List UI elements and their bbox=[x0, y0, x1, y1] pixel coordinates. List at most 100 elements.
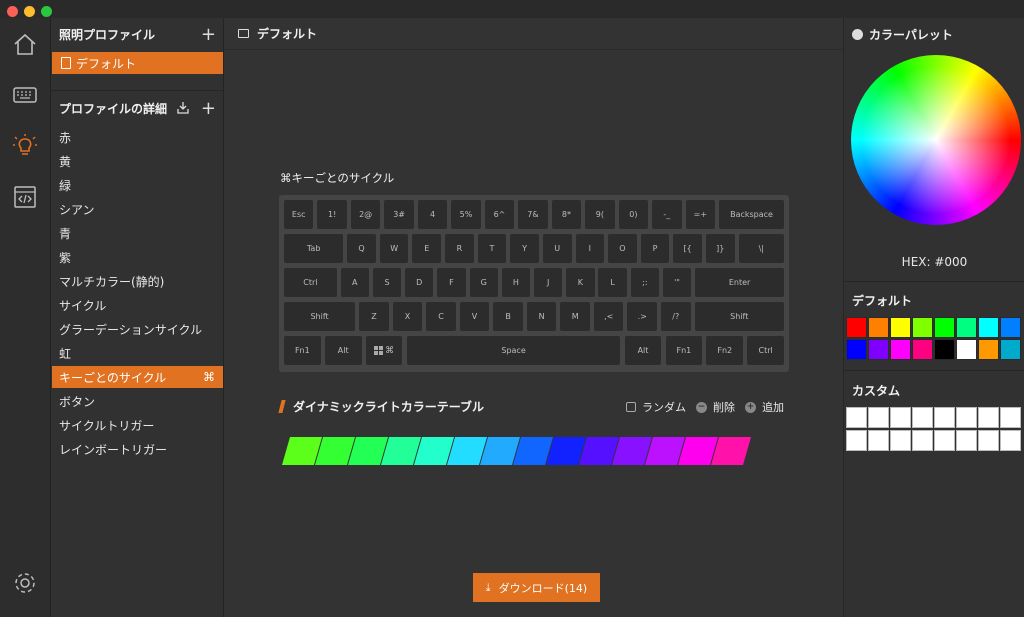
keyboard-key[interactable]: Shift bbox=[284, 302, 356, 331]
custom-color-cell[interactable] bbox=[956, 430, 977, 451]
custom-color-cell[interactable] bbox=[846, 430, 867, 451]
keyboard-key[interactable]: J bbox=[534, 268, 563, 297]
keyboard-key[interactable]: W bbox=[379, 234, 409, 263]
keyboard-key[interactable]: 3# bbox=[384, 200, 414, 229]
default-color-cell[interactable] bbox=[1000, 317, 1021, 338]
keyboard-key[interactable]: G bbox=[469, 268, 498, 297]
keyboard-key[interactable]: D bbox=[405, 268, 434, 297]
nav-settings[interactable] bbox=[10, 568, 40, 598]
delete-button[interactable]: − 削除 bbox=[696, 399, 735, 415]
keyboard-key[interactable]: Fn1 bbox=[665, 336, 703, 365]
keyboard-key[interactable]: 8* bbox=[551, 200, 582, 229]
lighting-mode-item[interactable]: サイクル bbox=[52, 294, 223, 316]
keyboard-key[interactable]: Enter bbox=[695, 268, 784, 297]
default-color-cell[interactable] bbox=[912, 339, 933, 360]
default-color-cell[interactable] bbox=[912, 317, 933, 338]
keyboard-key[interactable]: Q bbox=[347, 234, 376, 263]
lighting-mode-item[interactable]: キーごとのサイクル ⌘ bbox=[52, 366, 223, 388]
keyboard-key[interactable]: Shift bbox=[694, 302, 784, 331]
custom-color-cell[interactable] bbox=[912, 430, 933, 451]
close-window-button[interactable] bbox=[7, 6, 18, 17]
random-button[interactable]: ランダム bbox=[626, 399, 686, 415]
keyboard-key[interactable]: ]} bbox=[705, 234, 735, 263]
default-color-cell[interactable] bbox=[956, 317, 977, 338]
keyboard-key[interactable]: -_ bbox=[652, 200, 682, 229]
default-color-cell[interactable] bbox=[890, 339, 911, 360]
nav-macro[interactable] bbox=[10, 182, 40, 212]
custom-color-cell[interactable] bbox=[934, 407, 955, 428]
keyboard-key[interactable]: I bbox=[575, 234, 605, 263]
lighting-mode-item[interactable]: 黄 bbox=[52, 150, 223, 172]
keyboard-key[interactable]: C bbox=[426, 302, 456, 331]
keyboard-key[interactable]: 7& bbox=[518, 200, 548, 229]
keyboard-key[interactable]: ,< bbox=[593, 302, 624, 331]
keyboard-key[interactable]: /? bbox=[661, 302, 691, 331]
keyboard-key[interactable]: N bbox=[526, 302, 557, 331]
keyboard-key[interactable]: Z bbox=[359, 302, 389, 331]
keyboard-key[interactable]: 5% bbox=[451, 200, 481, 229]
lighting-mode-item[interactable]: サイクルトリガー bbox=[52, 414, 223, 436]
profile-item-default[interactable]: デフォルト bbox=[52, 52, 223, 74]
keyboard-key[interactable]: 9( bbox=[585, 200, 615, 229]
keyboard-key[interactable]: 1! bbox=[317, 200, 347, 229]
default-color-cell[interactable] bbox=[868, 317, 889, 338]
keyboard-key[interactable]: F bbox=[437, 268, 466, 297]
zoom-window-button[interactable] bbox=[41, 6, 52, 17]
custom-color-cell[interactable] bbox=[1000, 430, 1021, 451]
default-color-cell[interactable] bbox=[956, 339, 977, 360]
custom-color-cell[interactable] bbox=[868, 430, 889, 451]
keyboard-key[interactable]: T bbox=[477, 234, 507, 263]
keyboard-key[interactable]: P bbox=[640, 234, 670, 263]
color-wheel[interactable] bbox=[851, 55, 1021, 225]
lighting-mode-item[interactable]: 紫 bbox=[52, 246, 223, 268]
default-color-cell[interactable] bbox=[890, 317, 911, 338]
custom-color-cell[interactable] bbox=[934, 430, 955, 451]
keyboard-key[interactable]: ;: bbox=[630, 268, 659, 297]
keyboard-key[interactable]: S bbox=[372, 268, 402, 297]
keyboard-key[interactable]: 0) bbox=[618, 200, 649, 229]
lighting-mode-item[interactable]: 緑 bbox=[52, 174, 223, 196]
add-button[interactable]: + 追加 bbox=[745, 399, 784, 415]
keyboard-key[interactable]: Space bbox=[406, 336, 621, 365]
keyboard-key[interactable]: E bbox=[412, 234, 442, 263]
keyboard-key[interactable]: A bbox=[340, 268, 369, 297]
keyboard-key[interactable]: R bbox=[445, 234, 474, 263]
add-detail-button[interactable]: + bbox=[201, 98, 216, 119]
keyboard-key[interactable]: Tab bbox=[284, 234, 344, 263]
keyboard-key[interactable]: Fn2 bbox=[706, 336, 744, 365]
custom-color-cell[interactable] bbox=[956, 407, 977, 428]
keyboard-key[interactable]: Ctrl bbox=[747, 336, 784, 365]
custom-color-cell[interactable] bbox=[1000, 407, 1021, 428]
lighting-mode-item[interactable]: 虹 bbox=[52, 342, 223, 364]
add-profile-button[interactable]: + bbox=[201, 24, 216, 45]
keyboard-key[interactable]: U bbox=[542, 234, 572, 263]
lighting-mode-item[interactable]: ボタン bbox=[52, 390, 223, 412]
minimize-window-button[interactable] bbox=[24, 6, 35, 17]
keyboard-key[interactable]: 2@ bbox=[350, 200, 381, 229]
keyboard-key[interactable]: =+ bbox=[685, 200, 716, 229]
lighting-mode-item[interactable]: 赤 bbox=[52, 126, 223, 148]
custom-color-cell[interactable] bbox=[978, 430, 999, 451]
keyboard-key[interactable]: .> bbox=[627, 302, 657, 331]
default-color-cell[interactable] bbox=[934, 339, 955, 360]
default-color-cell[interactable] bbox=[846, 317, 867, 338]
lighting-mode-item[interactable]: シアン bbox=[52, 198, 223, 220]
keyboard-key[interactable]: [{ bbox=[673, 234, 702, 263]
color-swatch[interactable] bbox=[710, 437, 752, 465]
keyboard-key[interactable]: M bbox=[560, 302, 590, 331]
default-color-cell[interactable] bbox=[978, 317, 999, 338]
keyboard-key[interactable]: Esc bbox=[284, 200, 314, 229]
keyboard-key[interactable]: O bbox=[608, 234, 637, 263]
keyboard-key[interactable]: H bbox=[501, 268, 531, 297]
lighting-mode-item[interactable]: 青 bbox=[52, 222, 223, 244]
keyboard-key[interactable]: '" bbox=[662, 268, 692, 297]
nav-keyboard[interactable] bbox=[10, 80, 40, 110]
keyboard-key[interactable]: Alt bbox=[624, 336, 662, 365]
keyboard-key[interactable]: 6^ bbox=[484, 200, 515, 229]
keyboard-key[interactable]: X bbox=[392, 302, 423, 331]
default-color-cell[interactable] bbox=[868, 339, 889, 360]
keyboard-key[interactable]: \| bbox=[738, 234, 784, 263]
custom-color-cell[interactable] bbox=[890, 407, 911, 428]
download-button[interactable]: ⤓ ダウンロード(14) bbox=[473, 573, 600, 602]
keyboard-key[interactable]: V bbox=[459, 302, 490, 331]
